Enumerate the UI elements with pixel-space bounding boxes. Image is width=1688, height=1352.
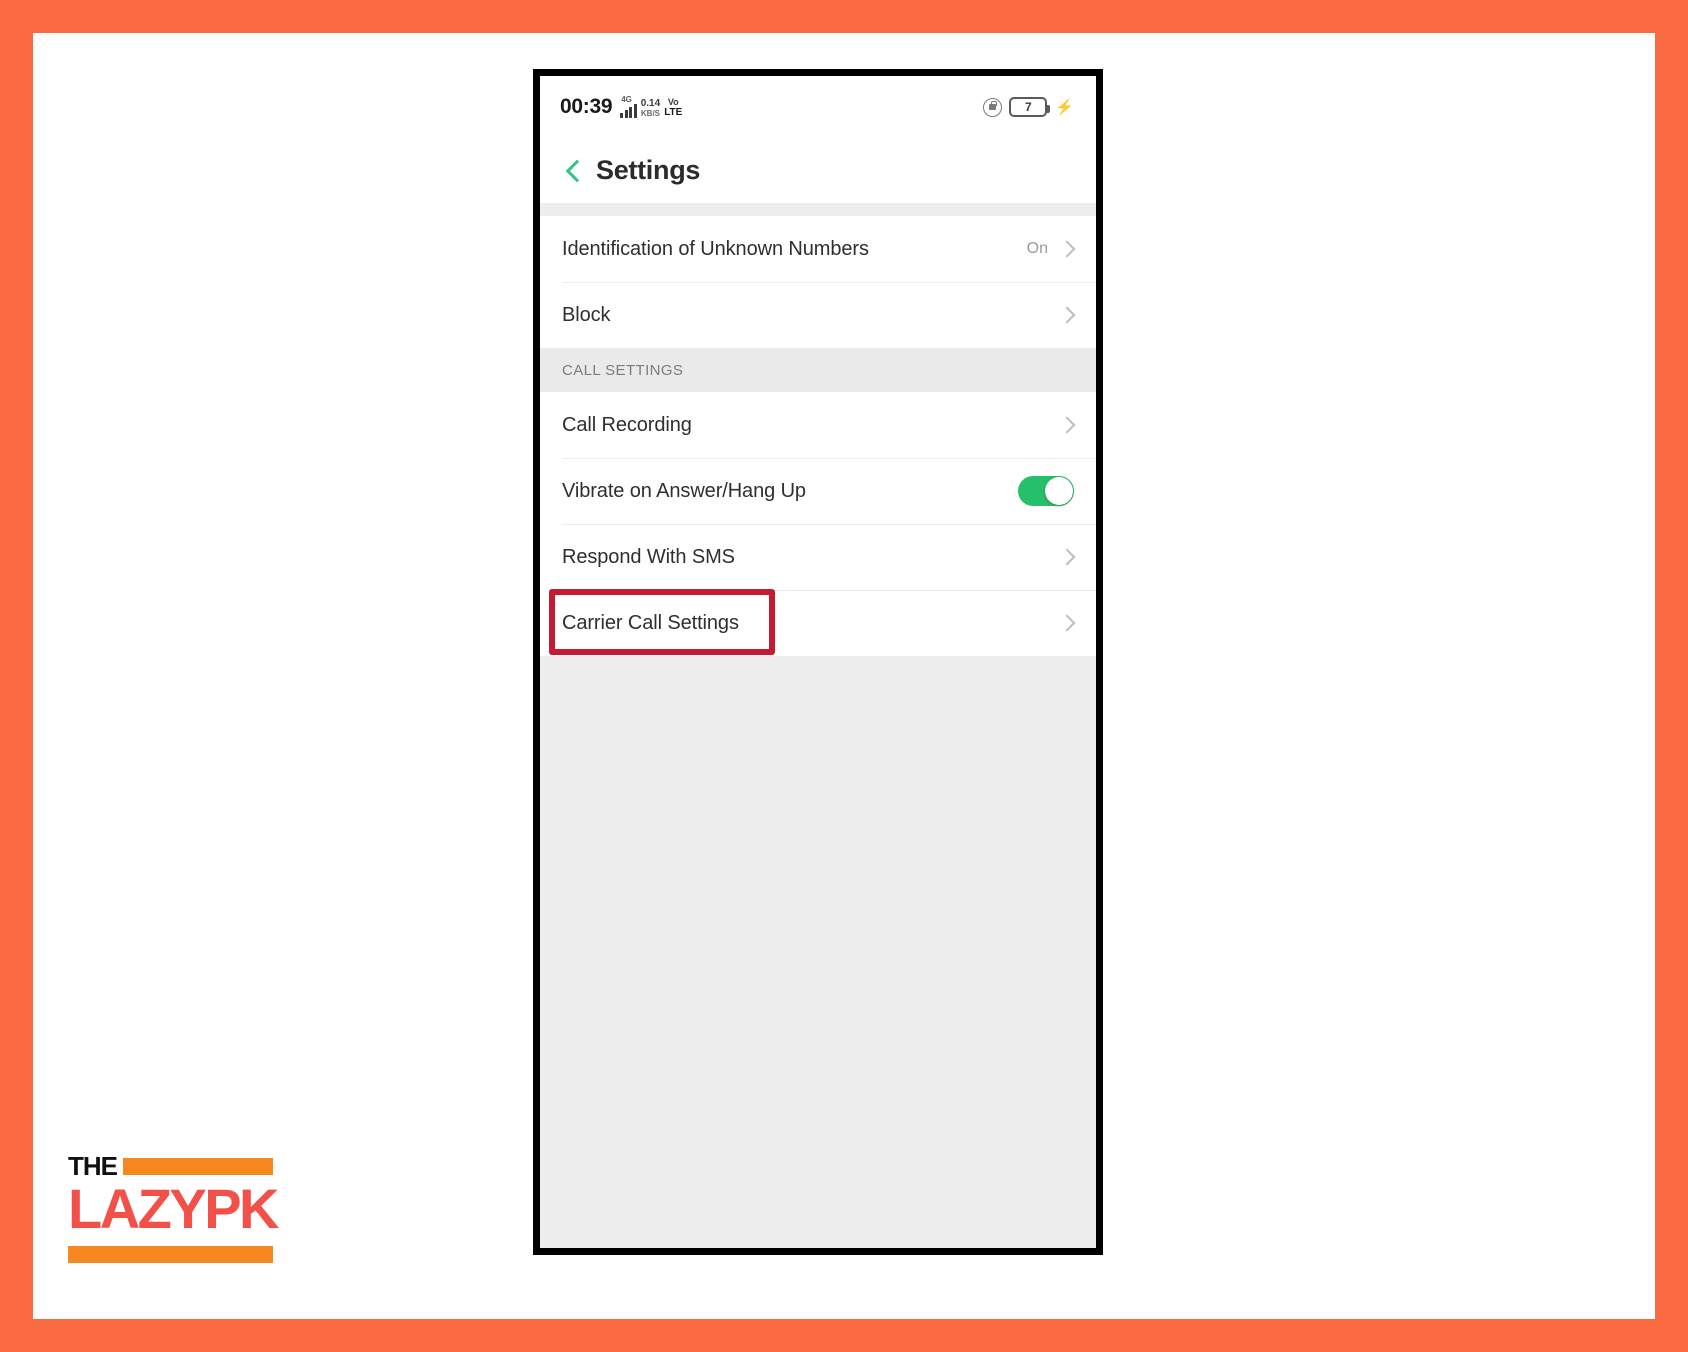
phone-screen: 00:39 4G 0.14 KB/S Vo LTE 7 ⚡ Settings I… [540,76,1096,1248]
row-label: Carrier Call Settings [562,611,739,634]
list-top-gap [540,203,1096,216]
row-vibrate-on-answer-hang-up[interactable]: Vibrate on Answer/Hang Up [540,458,1096,524]
status-bar-network-group: 4G 0.14 KB/S Vo LTE [620,95,682,118]
row-value: On [1026,240,1048,257]
chevron-right-icon [1060,419,1072,431]
logo-top-bar [123,1157,273,1175]
battery-level-label: 7 [1024,100,1032,114]
rotation-lock-icon [983,97,1003,117]
row-label: Call Recording [562,413,692,436]
settings-group-call-settings: Call Recording Vibrate on Answer/Hang Up… [540,392,1096,656]
logo-main-text: LAZYPK [68,1177,280,1240]
status-bar-right: 7 ⚡ [983,97,1074,117]
logo-the-text: THE [68,1151,118,1181]
chevron-right-icon [1060,243,1072,255]
data-rate-unit: KB/S [640,109,661,118]
phone-mockup: 00:39 4G 0.14 KB/S Vo LTE 7 ⚡ Settings I… [533,69,1103,1255]
row-label: Block [562,303,611,326]
status-bar: 00:39 4G 0.14 KB/S Vo LTE 7 ⚡ [540,76,1096,138]
row-label: Identification of Unknown Numbers [562,237,869,260]
volte-line2: LTE [664,107,683,118]
network-type-label: 4G [621,95,632,104]
logo-top-row: THE [68,1153,273,1179]
toggle-knob [1045,477,1073,505]
battery-icon: 7 [1009,97,1051,117]
orange-border-frame: 00:39 4G 0.14 KB/S Vo LTE 7 ⚡ Settings I… [0,0,1688,1352]
volte-icon: Vo LTE [664,98,682,118]
data-rate-indicator: 0.14 KB/S [641,99,660,118]
row-block[interactable]: Block [540,282,1096,348]
row-call-recording[interactable]: Call Recording [540,392,1096,458]
row-label: Respond With SMS [562,545,735,568]
back-chevron-icon[interactable] [562,160,584,182]
chevron-right-icon [1060,617,1072,629]
chevron-right-icon [1060,551,1072,563]
signal-bars-glyph [620,103,637,118]
settings-group-general: Identification of Unknown Numbers On Blo… [540,216,1096,348]
site-logo: THE LAZYPK [68,1153,280,1263]
settings-list: Identification of Unknown Numbers On Blo… [540,203,1096,1248]
chevron-right-icon [1060,309,1072,321]
row-carrier-call-settings[interactable]: Carrier Call Settings [540,590,1096,656]
app-title-bar: Settings [540,138,1096,203]
row-identification-of-unknown-numbers[interactable]: Identification of Unknown Numbers On [540,216,1096,282]
data-rate-value: 0.14 [640,98,661,109]
volte-line1: Vo [667,97,679,107]
status-bar-left: 00:39 4G 0.14 KB/S Vo LTE [560,95,682,119]
logo-bottom-bar [68,1245,273,1263]
signal-bars-icon: 4G [620,95,637,118]
section-header-call-settings: CALL SETTINGS [540,348,1096,392]
page-title: Settings [596,155,701,185]
vibrate-toggle-switch[interactable] [1018,476,1074,506]
white-canvas: 00:39 4G 0.14 KB/S Vo LTE 7 ⚡ Settings I… [33,33,1655,1319]
section-header-label: CALL SETTINGS [562,361,684,379]
row-label: Vibrate on Answer/Hang Up [562,479,806,502]
charging-bolt-icon: ⚡ [1055,99,1074,116]
status-bar-clock: 00:39 [560,95,613,118]
row-respond-with-sms[interactable]: Respond With SMS [540,524,1096,590]
